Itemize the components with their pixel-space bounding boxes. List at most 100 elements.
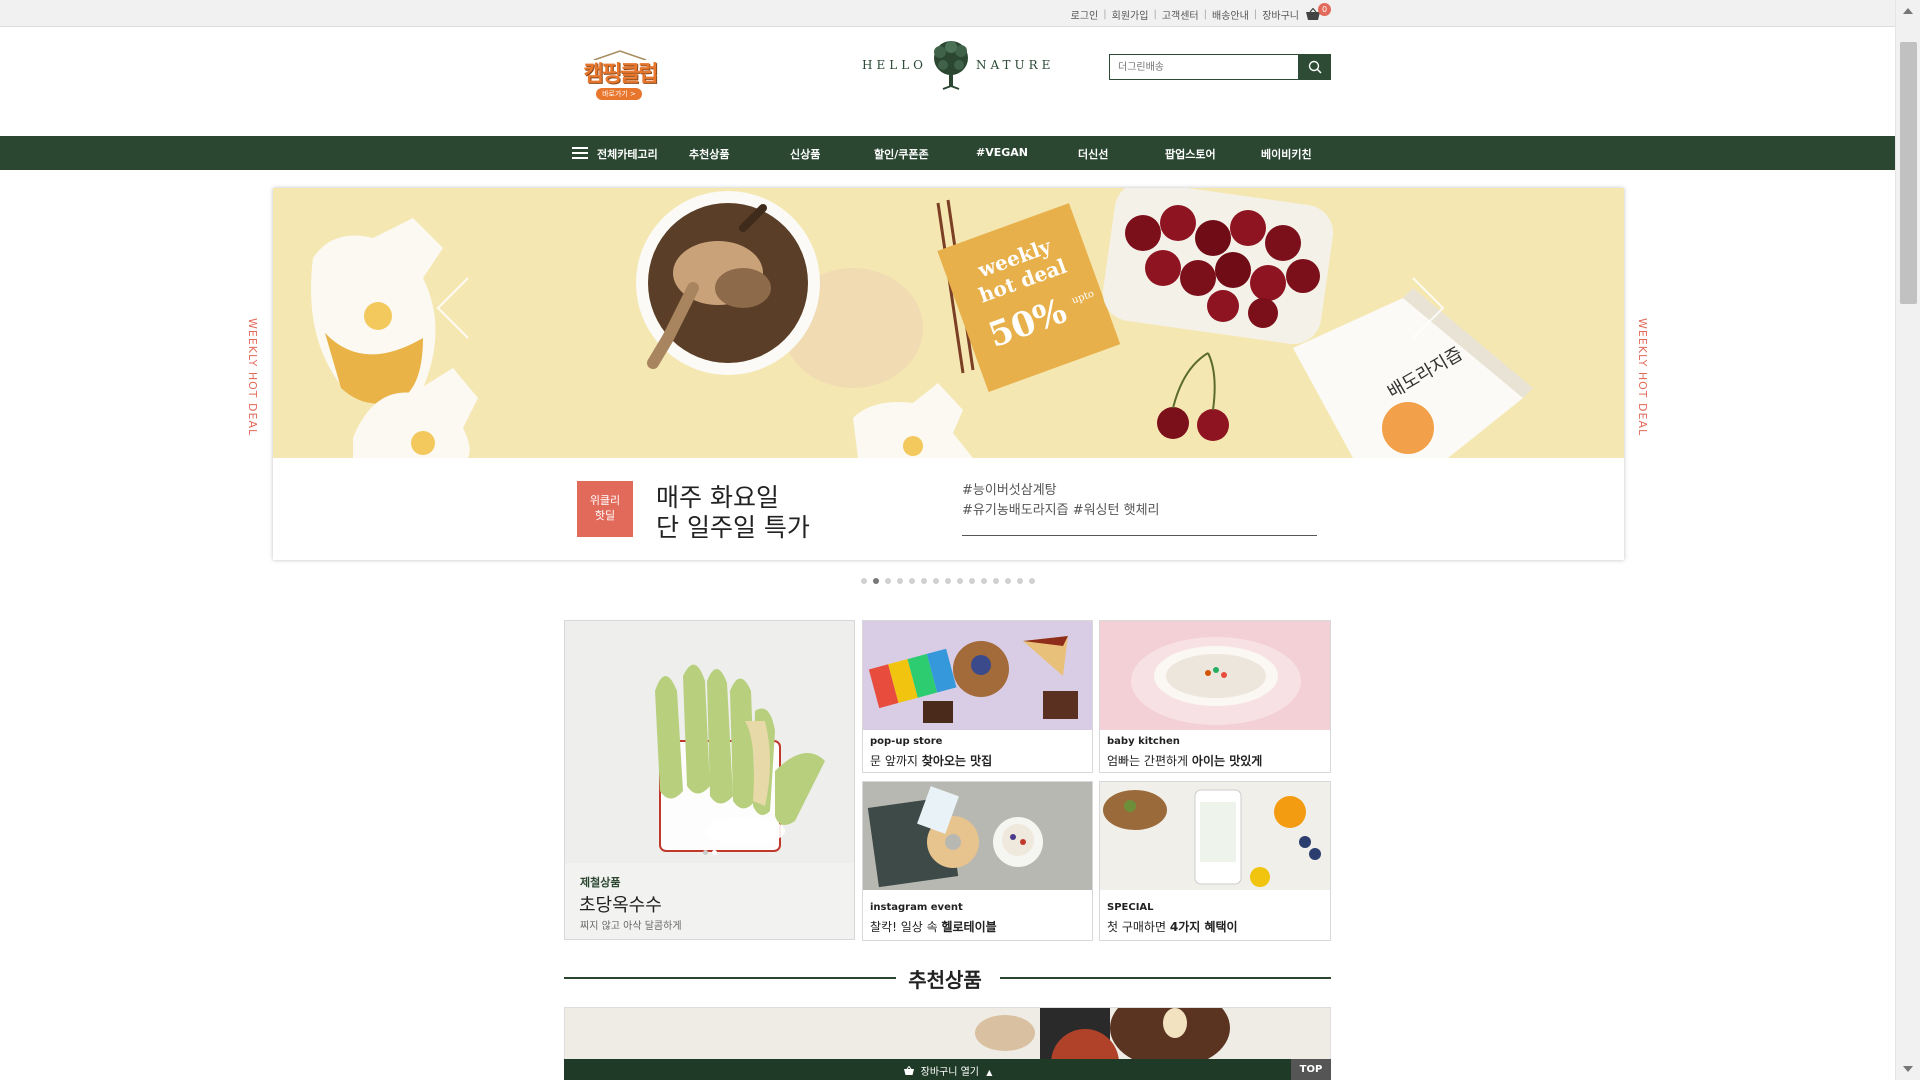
banner-page-dot[interactable] <box>933 578 939 584</box>
hello-nature-logo[interactable]: HELLO NATURE <box>860 38 1050 90</box>
banner-food-illustration: weekly hot deal 50% upto 배도라지즙 <box>311 188 1533 458</box>
card-tag: SPECIAL <box>1107 902 1154 913</box>
scroll-up-arrow[interactable] <box>1903 8 1913 14</box>
scroll-down-arrow[interactable] <box>1903 1066 1913 1072</box>
banner-tags-line-2: #유기농배도라지즙 #워싱턴 햇체리 <box>962 503 1160 518</box>
banner-page-dot[interactable] <box>861 578 867 584</box>
banner-page-dot[interactable] <box>957 578 963 584</box>
card-popup-store[interactable]: pop-up store 문 앞까지 찾아오는 맛집 <box>862 620 1093 773</box>
banner-page-dot[interactable] <box>873 578 879 584</box>
cart-link[interactable]: 장바구니 <box>1262 7 1299 22</box>
card-text: 엄빠는 간편하게 아이는 맛있게 <box>1107 754 1263 768</box>
weekly-hot-deal-sticker: weekly hot deal 50% upto <box>937 203 1121 392</box>
nav-fresh[interactable]: 더신선 <box>1078 146 1108 162</box>
featured-tag: 제철상품 <box>580 876 621 889</box>
cart-count-badge: 0 <box>1318 2 1331 16</box>
banner-tags-line-1: #능이버섯삼계탕 <box>962 483 1057 498</box>
featured-card-corn[interactable]: 제철상품 초당옥수수 찌지 않고 아삭 달콤하게 <box>564 620 855 940</box>
porridge-image <box>1100 621 1330 730</box>
banner-page-dot[interactable] <box>909 578 915 584</box>
banner-page-dot[interactable] <box>1029 578 1035 584</box>
corn-image <box>565 621 854 863</box>
utility-links: 로그인 | 회원가입 | 고객센터 | 배송안내 | 장바구니 0 <box>1071 2 1331 22</box>
card-tag: pop-up store <box>870 736 943 747</box>
scroll-to-top-button[interactable]: TOP <box>1291 1059 1331 1080</box>
banner-pagination <box>861 578 1041 584</box>
nav-new-products[interactable]: 신상품 <box>790 146 820 162</box>
banner-title-line-2: 단 일주일 특가 <box>656 513 810 542</box>
featured-subtitle: 찌지 않고 아삭 달콤하게 <box>580 921 682 932</box>
main-nav-bar: 전체카테고리 추천상품 신상품 할인/쿠폰존 #VEGAN 더신선 팝업스토어 … <box>0 136 1895 170</box>
card-special[interactable]: SPECIAL 첫 구매하면 4가지 혜택이 <box>1099 781 1331 941</box>
section-divider-left <box>564 977 896 979</box>
nav-discount-coupon[interactable]: 할인/쿠폰존 <box>874 146 929 162</box>
badge-line-1: 위클리 <box>589 494 621 507</box>
card-instagram-event[interactable]: instagram event 찰칵! 일상 속 헬로테이블 <box>862 781 1093 941</box>
card-baby-kitchen[interactable]: baby kitchen 엄빠는 간편하게 아이는 맛있게 <box>1099 620 1331 773</box>
samgyetang-bowl-image <box>636 191 975 388</box>
login-link[interactable]: 로그인 <box>1071 7 1099 22</box>
banner-page-dot[interactable] <box>969 578 975 584</box>
cart-icon[interactable]: 0 <box>1305 2 1331 22</box>
shipping-info-link[interactable]: 배송안내 <box>1212 7 1249 22</box>
search-icon <box>1308 60 1322 74</box>
card-tag: instagram event <box>870 902 963 913</box>
page-scrollbar[interactable] <box>1895 0 1920 1080</box>
banner-page-dot[interactable] <box>1017 578 1023 584</box>
top-utility-bar: 로그인 | 회원가입 | 고객센터 | 배송안내 | 장바구니 0 <box>0 0 1895 27</box>
basket-icon <box>903 1065 914 1075</box>
card-text: 찰칵! 일상 속 헬로테이블 <box>870 920 997 934</box>
customer-center-link[interactable]: 고객센터 <box>1162 7 1199 22</box>
phone-fruit-image <box>1100 782 1330 890</box>
separator: | <box>1203 9 1207 20</box>
nav-all-categories[interactable]: 전체카테고리 <box>597 146 658 162</box>
banner-side-label-right: WEEKLY HOT DEAL <box>1636 318 1649 437</box>
cart-drawer-label[interactable]: 장바구니 열기 ▲ <box>564 1063 1331 1078</box>
search-box <box>1109 54 1300 80</box>
corn-slide-dots <box>703 840 717 859</box>
brand-word-right: NATURE <box>976 58 1055 72</box>
separator: | <box>1103 9 1107 20</box>
cake-image <box>863 621 1092 730</box>
banner-page-dot[interactable] <box>981 578 987 584</box>
recommended-section-title: 추천상품 <box>908 968 982 992</box>
bagel-image <box>863 782 1092 890</box>
brand-word-left: HELLO <box>862 58 927 72</box>
section-divider-right <box>1000 977 1331 979</box>
weekly-deal-badge-label: 위클리 핫딜 <box>577 481 633 537</box>
signup-link[interactable]: 회원가입 <box>1112 7 1149 22</box>
nav-baby-kitchen[interactable]: 베이비키친 <box>1261 146 1312 162</box>
weekly-hot-deal-banner[interactable]: weekly hot deal 50% upto 배도라지즙 <box>273 188 1624 560</box>
nav-recommended[interactable]: 추천상품 <box>689 146 729 162</box>
product-box-image: 배도라지즙 <box>1293 288 1533 458</box>
badge-line-2: 핫딜 <box>594 509 616 522</box>
nav-vegan[interactable]: #VEGAN <box>976 146 1028 159</box>
banner-caption-divider <box>962 535 1317 536</box>
separator: | <box>1153 9 1157 20</box>
separator: | <box>1253 9 1258 20</box>
card-text: 문 앞까지 찾아오는 맛집 <box>870 754 993 768</box>
nav-popup-store[interactable]: 팝업스토어 <box>1165 146 1216 162</box>
card-text: 첫 구매하면 4가지 혜택이 <box>1107 920 1238 934</box>
banner-page-dot[interactable] <box>1005 578 1011 584</box>
banner-page-dot[interactable] <box>921 578 927 584</box>
banner-page-dot[interactable] <box>993 578 999 584</box>
hamburger-menu-icon[interactable] <box>572 147 588 159</box>
banner-page-dot[interactable] <box>945 578 951 584</box>
banner-page-dot[interactable] <box>885 578 891 584</box>
banner-image: weekly hot deal 50% upto 배도라지즙 <box>273 188 1624 458</box>
chevron-up-icon: ▲ <box>986 1068 993 1077</box>
search-input[interactable] <box>1110 55 1300 79</box>
search-button[interactable] <box>1298 54 1331 80</box>
banner-page-dot[interactable] <box>897 578 903 584</box>
card-tag: baby kitchen <box>1107 736 1180 747</box>
banner-side-label-left: WEEKLY HOT DEAL <box>246 318 259 437</box>
featured-title: 초당옥수수 <box>579 895 662 916</box>
scroll-thumb[interactable] <box>1900 42 1917 304</box>
camping-club-shortcut-button[interactable]: 바로가기 > <box>596 88 642 100</box>
camping-club-logo[interactable]: 캠핑클럽 바로가기 > <box>582 50 658 102</box>
cart-drawer-bar[interactable]: 장바구니 열기 ▲ <box>564 1059 1331 1080</box>
cherry-tray-image <box>1102 188 1334 441</box>
camping-club-title: 캠핑클럽 <box>583 62 659 87</box>
tree-logo-icon <box>934 41 968 90</box>
